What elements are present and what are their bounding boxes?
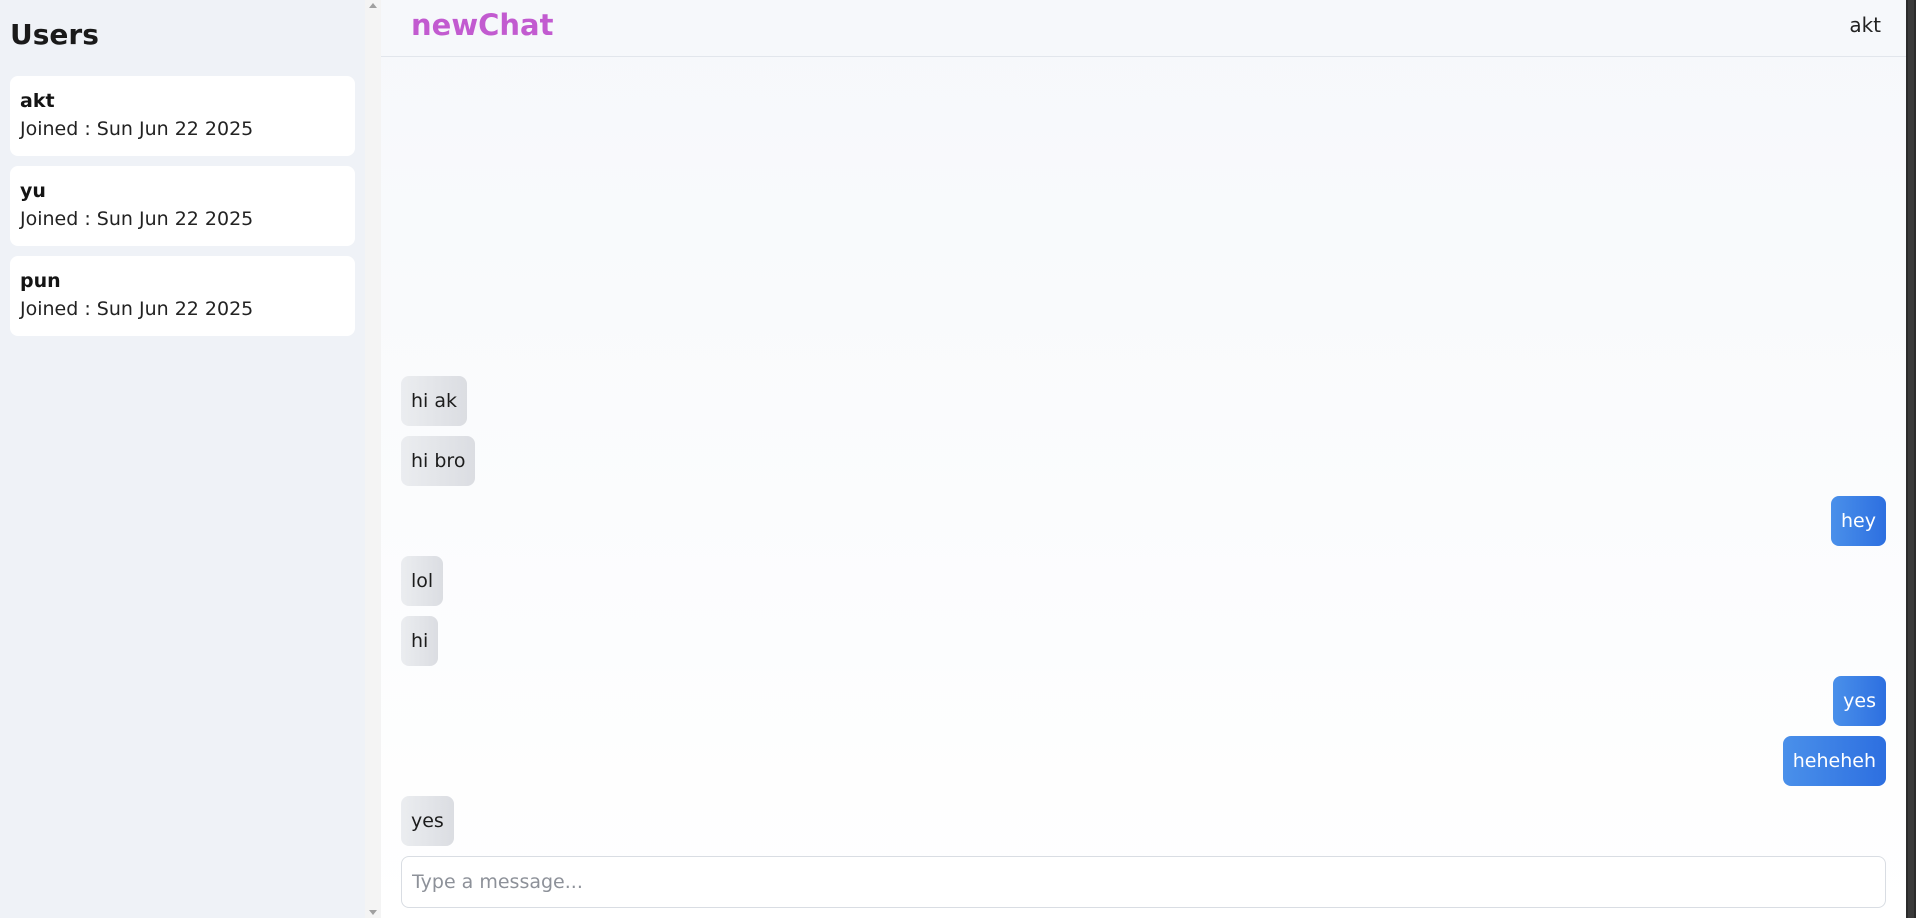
user-name: pun [20, 270, 61, 292]
message-bubble-outgoing: heheheh [1782, 736, 1886, 786]
user-card-pun[interactable]: pun Joined : Sun Jun 22 2025 [10, 256, 355, 336]
chat-app: Users akt Joined : Sun Jun 22 2025 yu Jo… [0, 0, 1916, 918]
message-bubble-incoming: hi bro [401, 436, 476, 486]
window-scrollbar[interactable] [1906, 0, 1916, 918]
message-bubble-incoming: lol [401, 556, 444, 606]
user-card-yu[interactable]: yu Joined : Sun Jun 22 2025 [10, 166, 355, 246]
message-bubble-incoming: yes [401, 796, 454, 846]
user-joined-date: Joined : Sun Jun 22 2025 [20, 208, 254, 230]
message-bubble-outgoing: hey [1831, 496, 1886, 546]
users-sidebar: Users akt Joined : Sun Jun 22 2025 yu Jo… [0, 0, 365, 918]
message-bubble-outgoing: yes [1833, 676, 1886, 726]
chat-header: newChat akt [381, 0, 1906, 57]
scroll-up-arrow-icon[interactable] [369, 3, 377, 8]
window-scrollbar-thumb[interactable] [1908, 0, 1914, 918]
user-name: akt [20, 90, 55, 112]
scroll-down-arrow-icon[interactable] [369, 910, 377, 915]
current-username: akt [1849, 13, 1881, 37]
user-joined-date: Joined : Sun Jun 22 2025 [20, 118, 254, 140]
user-card-akt[interactable]: akt Joined : Sun Jun 22 2025 [10, 76, 355, 156]
message-list: hi ak hi bro hey lol hi yes heheheh yes [381, 57, 1906, 857]
user-name: yu [20, 180, 46, 202]
sidebar-scrollbar[interactable] [365, 0, 381, 918]
sidebar-title: Users [10, 18, 99, 51]
message-input[interactable] [401, 856, 1886, 908]
chat-panel: newChat akt hi ak hi bro hey lol hi yes … [381, 0, 1906, 918]
brand-logo-text: newChat [411, 8, 554, 42]
user-joined-date: Joined : Sun Jun 22 2025 [20, 298, 254, 320]
message-bubble-incoming: hi ak [401, 376, 468, 426]
message-bubble-incoming: hi [401, 616, 439, 666]
